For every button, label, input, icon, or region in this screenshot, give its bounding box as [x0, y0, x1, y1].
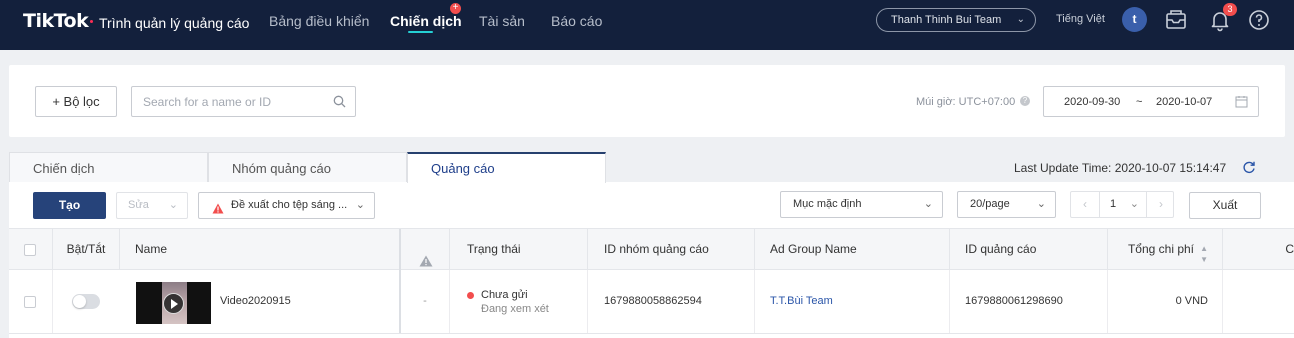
nav-new-badge: +: [450, 3, 461, 14]
header-total-cost[interactable]: Tổng chi phí ▲ ▼: [1108, 229, 1223, 270]
chevron-down-icon: ⌄: [923, 198, 933, 210]
prev-page-button[interactable]: ‹: [1075, 192, 1095, 217]
header-status[interactable]: Trạng thái: [450, 229, 588, 270]
help-icon[interactable]: ?: [1020, 96, 1030, 106]
suggestion-label: Đề xuất cho tệp sáng ...: [231, 199, 348, 211]
notification-count-badge: 3: [1223, 3, 1237, 16]
chevron-down-icon: ⌄: [1129, 198, 1139, 210]
video-thumbnail[interactable]: [136, 282, 211, 324]
row-adgroup-name-link[interactable]: T.T.Bùi Team: [755, 270, 950, 333]
row-next-column-cell: [1223, 270, 1294, 333]
inbox-icon[interactable]: [1164, 8, 1188, 32]
header-toggle[interactable]: Bật/Tắt: [53, 229, 120, 270]
current-page: 1: [1110, 198, 1117, 210]
user-avatar[interactable]: t: [1122, 7, 1147, 32]
timezone-label: Múi giờ: UTC+07:00: [916, 96, 1016, 108]
status-subtext: Đang xem xét: [481, 303, 549, 315]
search-icon[interactable]: [333, 95, 346, 111]
warning-icon: [212, 199, 224, 218]
chevron-down-icon: ⌄: [168, 199, 178, 211]
filter-button-label: Bộ lọc: [63, 94, 100, 109]
ad-name[interactable]: Video2020915: [220, 295, 291, 307]
chevron-down-icon: ⌄: [355, 199, 365, 211]
header-adgroup-name[interactable]: Ad Group Name: [755, 229, 950, 270]
nav-active-indicator: [408, 31, 433, 33]
tab-ad-group[interactable]: Nhóm quảng cáo: [208, 152, 407, 183]
header-warning: [401, 229, 450, 270]
table-header: Bật/Tắt Name Trạng thái ID nhóm quảng cá…: [9, 228, 1294, 270]
calendar-icon: [1235, 95, 1248, 111]
ad-toggle-switch[interactable]: [72, 294, 100, 309]
header-next-column[interactable]: C: [1223, 229, 1294, 270]
status-text: Chưa gửi: [481, 289, 528, 301]
team-selector[interactable]: Thanh Thinh Bui Team ⌄: [876, 8, 1036, 32]
row-total-cost: 0 VND: [1108, 270, 1223, 333]
header-ad-id[interactable]: ID quảng cáo: [950, 229, 1108, 270]
next-page-button[interactable]: ›: [1151, 192, 1171, 217]
nav-reports[interactable]: Báo cáo: [551, 13, 602, 29]
page-size-select[interactable]: 20/page ⌄: [957, 191, 1056, 218]
search-box[interactable]: [131, 86, 356, 117]
edit-label: Sửa: [128, 199, 149, 211]
search-input[interactable]: [143, 87, 333, 116]
page-select[interactable]: 1 ⌄: [1099, 192, 1147, 217]
plus-icon: +: [52, 94, 64, 109]
header-adgroup-id[interactable]: ID nhóm quảng cáo: [588, 229, 755, 270]
nav-assets[interactable]: Tài sản: [479, 13, 525, 29]
edit-dropdown[interactable]: Sửa ⌄: [116, 192, 188, 219]
tab-ad[interactable]: Quảng cáo: [407, 152, 606, 183]
chevron-down-icon: ⌄: [1016, 14, 1025, 25]
column-preset-select[interactable]: Mục mặc định ⌄: [780, 191, 943, 218]
nav-campaign[interactable]: Chiến dịch: [390, 13, 462, 29]
date-separator: ~: [1136, 96, 1143, 108]
header-name[interactable]: Name: [120, 229, 401, 270]
pagination: ‹ 1 ⌄ ›: [1070, 191, 1174, 218]
header-total-cost-label: Tổng chi phí: [1127, 242, 1194, 256]
app-name: Trình quản lý quảng cáo: [99, 15, 250, 31]
filter-bar: + Bộ lọc Múi giờ: UTC+07:00 ? 2020-09-30…: [9, 65, 1285, 137]
tiktok-logo[interactable]: TikTok: [23, 10, 89, 32]
page-size-value: 20/page: [970, 198, 1010, 210]
date-range-picker[interactable]: 2020-09-30 ~ 2020-10-07: [1043, 86, 1259, 117]
row-ad-id: 1679880061298690: [950, 270, 1108, 333]
tab-campaign[interactable]: Chiến dịch: [9, 152, 208, 183]
status-dot: [467, 292, 474, 299]
nav-dashboard[interactable]: Bảng điều khiển: [269, 13, 369, 29]
column-preset-value: Mục mặc định: [793, 198, 862, 210]
row-status-cell: Chưa gửi Đang xem xét: [450, 270, 588, 333]
chevron-down-icon: ⌄: [1036, 198, 1046, 210]
suggestion-dropdown[interactable]: Đề xuất cho tệp sáng ... ⌄: [198, 192, 375, 219]
export-button[interactable]: Xuất: [1189, 192, 1261, 219]
refresh-icon[interactable]: [1242, 160, 1256, 177]
table-row[interactable]: Video2020915 - Chưa gửi Đang xem xét 167…: [9, 270, 1294, 334]
filter-button[interactable]: + Bộ lọc: [35, 86, 117, 117]
team-name: Thanh Thinh Bui Team: [891, 14, 1002, 26]
row-warning-cell: -: [401, 270, 450, 333]
select-all-checkbox[interactable]: [24, 244, 36, 256]
top-navigation-bar: TikTok Trình quản lý quảng cáo Bảng điều…: [0, 0, 1294, 50]
level-tabs: Chiến dịch Nhóm quảng cáo Quảng cáo: [9, 152, 609, 183]
logo-colon-dot: [90, 20, 93, 23]
play-icon[interactable]: [163, 293, 184, 314]
sort-icon[interactable]: ▲ ▼: [1200, 243, 1208, 265]
language-switch[interactable]: Tiếng Việt: [1056, 13, 1105, 25]
row-checkbox[interactable]: [24, 296, 36, 308]
ads-table-panel: Tạo Sửa ⌄ Đề xuất cho tệp sáng ... ⌄ Mục…: [9, 182, 1294, 338]
last-update-time: Last Update Time: 2020-10-07 15:14:47: [1014, 161, 1227, 175]
row-adgroup-id: 1679880058862594: [588, 270, 755, 333]
date-end: 2020-10-07: [1156, 96, 1213, 108]
header-select-all-cell: [9, 229, 53, 270]
date-start: 2020-09-30: [1064, 96, 1121, 108]
create-button[interactable]: Tạo: [33, 192, 106, 219]
row-select-cell: [9, 270, 53, 333]
help-icon[interactable]: [1247, 8, 1271, 32]
